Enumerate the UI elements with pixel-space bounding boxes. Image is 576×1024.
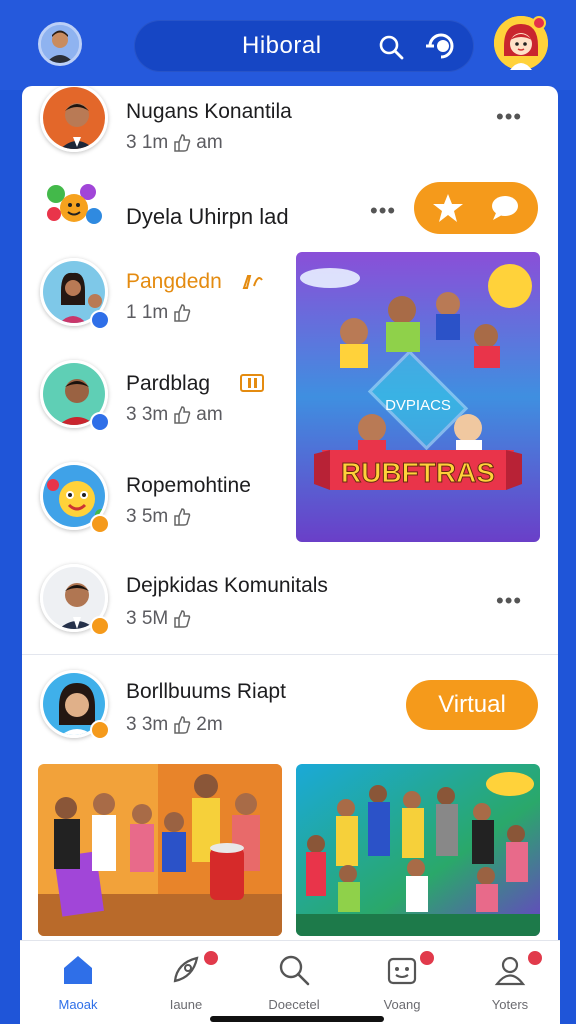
person-avatar-icon (43, 87, 105, 149)
like-icon[interactable] (172, 715, 192, 735)
bottom-navigation: Maoak Iaune Doecetel Voang Yoters (20, 940, 560, 1024)
nav-item-home[interactable]: Maoak (24, 941, 132, 1021)
like-icon[interactable] (172, 303, 192, 323)
post-author[interactable]: Pangdedn (126, 270, 222, 294)
like-icon[interactable] (172, 405, 192, 425)
post-author[interactable]: Dejpkidas Komunitals (126, 574, 328, 598)
notification-badge (532, 16, 546, 30)
user-icon (494, 956, 526, 986)
post-time-suffix: am (196, 132, 223, 153)
search-bar[interactable]: Hiboral (134, 20, 474, 72)
avatar[interactable] (40, 86, 108, 152)
post-author[interactable]: Nugans Konantila (126, 100, 292, 124)
online-status-icon (90, 310, 110, 330)
event-thumbnail[interactable] (296, 764, 540, 936)
more-options-icon[interactable]: ••• (496, 590, 522, 612)
sticker-icon (42, 180, 104, 232)
post-meta: 3 3m 2m (126, 714, 223, 736)
nav-item-launch[interactable]: Iaune (132, 941, 240, 1021)
post-author[interactable]: Dyela Uhirpn lad (126, 204, 289, 230)
post-meta: 3 5M (126, 608, 192, 630)
nav-item-search[interactable]: Doecetel (240, 941, 348, 1021)
nav-item-gift[interactable]: Voang (348, 941, 456, 1021)
event-thumbnail[interactable] (38, 764, 282, 936)
post-time: 3 5M (126, 608, 169, 629)
post-time: 3 3m (126, 404, 169, 425)
search-icon (279, 955, 310, 986)
app-title: Hiboral (242, 32, 322, 59)
refresh-icon[interactable] (426, 32, 458, 60)
event-poster: DVPIACS RUBFTRAS (296, 252, 540, 542)
home-icon (64, 956, 92, 984)
nav-label: Iaune (169, 997, 203, 1012)
post-meta: 3 5m (126, 506, 192, 528)
status-icon (90, 720, 110, 740)
like-icon[interactable] (172, 507, 192, 527)
notification-badge (202, 949, 220, 967)
chat-bubble-icon (492, 196, 518, 220)
search-icon[interactable] (378, 34, 404, 60)
home-indicator[interactable] (210, 1016, 384, 1022)
status-icon (90, 616, 110, 636)
nav-item-profile[interactable]: Yoters (456, 941, 564, 1021)
person-avatar-icon (41, 25, 79, 63)
profile-button[interactable] (494, 16, 548, 70)
poster-small-text: DVPIACS (385, 397, 451, 414)
post-meta: 3 3m am (126, 404, 223, 426)
gift-icon (387, 957, 417, 985)
post-author[interactable]: Borllbuums Riapt (126, 680, 286, 704)
divider (22, 654, 558, 655)
like-icon[interactable] (172, 609, 192, 629)
nav-label: Yoters (491, 997, 529, 1012)
app-header: Hiboral (0, 0, 576, 90)
post-time-suffix: am (196, 404, 223, 425)
post-meta: 3 1m am (126, 132, 223, 154)
poster-big-text: RUBFTRAS (341, 457, 495, 488)
favorite-comment-button[interactable] (414, 182, 538, 234)
group-photo-image (296, 764, 540, 936)
online-status-icon (90, 412, 110, 432)
like-icon[interactable] (172, 133, 192, 153)
music-icon (242, 275, 263, 289)
post-time: 3 5m (126, 506, 169, 527)
post-author[interactable]: Ropemohtine (126, 474, 251, 498)
post-time-suffix: 2m (196, 714, 223, 735)
rocket-icon (173, 956, 199, 983)
nav-label: Maoak (58, 997, 98, 1012)
user-avatar[interactable] (38, 22, 82, 66)
post-time: 3 1m (126, 132, 169, 153)
star-icon (433, 194, 463, 222)
post-meta: 1 1m (126, 302, 192, 324)
nav-label: Doecetel (268, 997, 320, 1012)
more-options-icon[interactable]: ••• (496, 106, 522, 128)
feed-card: Nugans Konantila 3 1m am ••• Dyela Uhirp… (22, 86, 558, 956)
post-time: 3 3m (126, 714, 169, 735)
featured-event-image[interactable]: DVPIACS RUBFTRAS (296, 252, 540, 542)
notification-badge (526, 949, 544, 967)
film-icon (240, 374, 264, 392)
post-time: 1 1m (126, 302, 169, 323)
status-icon (90, 514, 110, 534)
group-photo-image (38, 764, 282, 936)
notification-badge (418, 949, 436, 967)
more-options-icon[interactable]: ••• (370, 200, 396, 222)
post-author[interactable]: Pardblag (126, 372, 210, 396)
nav-label: Voang (383, 997, 421, 1012)
virtual-button[interactable]: Virtual (406, 680, 538, 730)
